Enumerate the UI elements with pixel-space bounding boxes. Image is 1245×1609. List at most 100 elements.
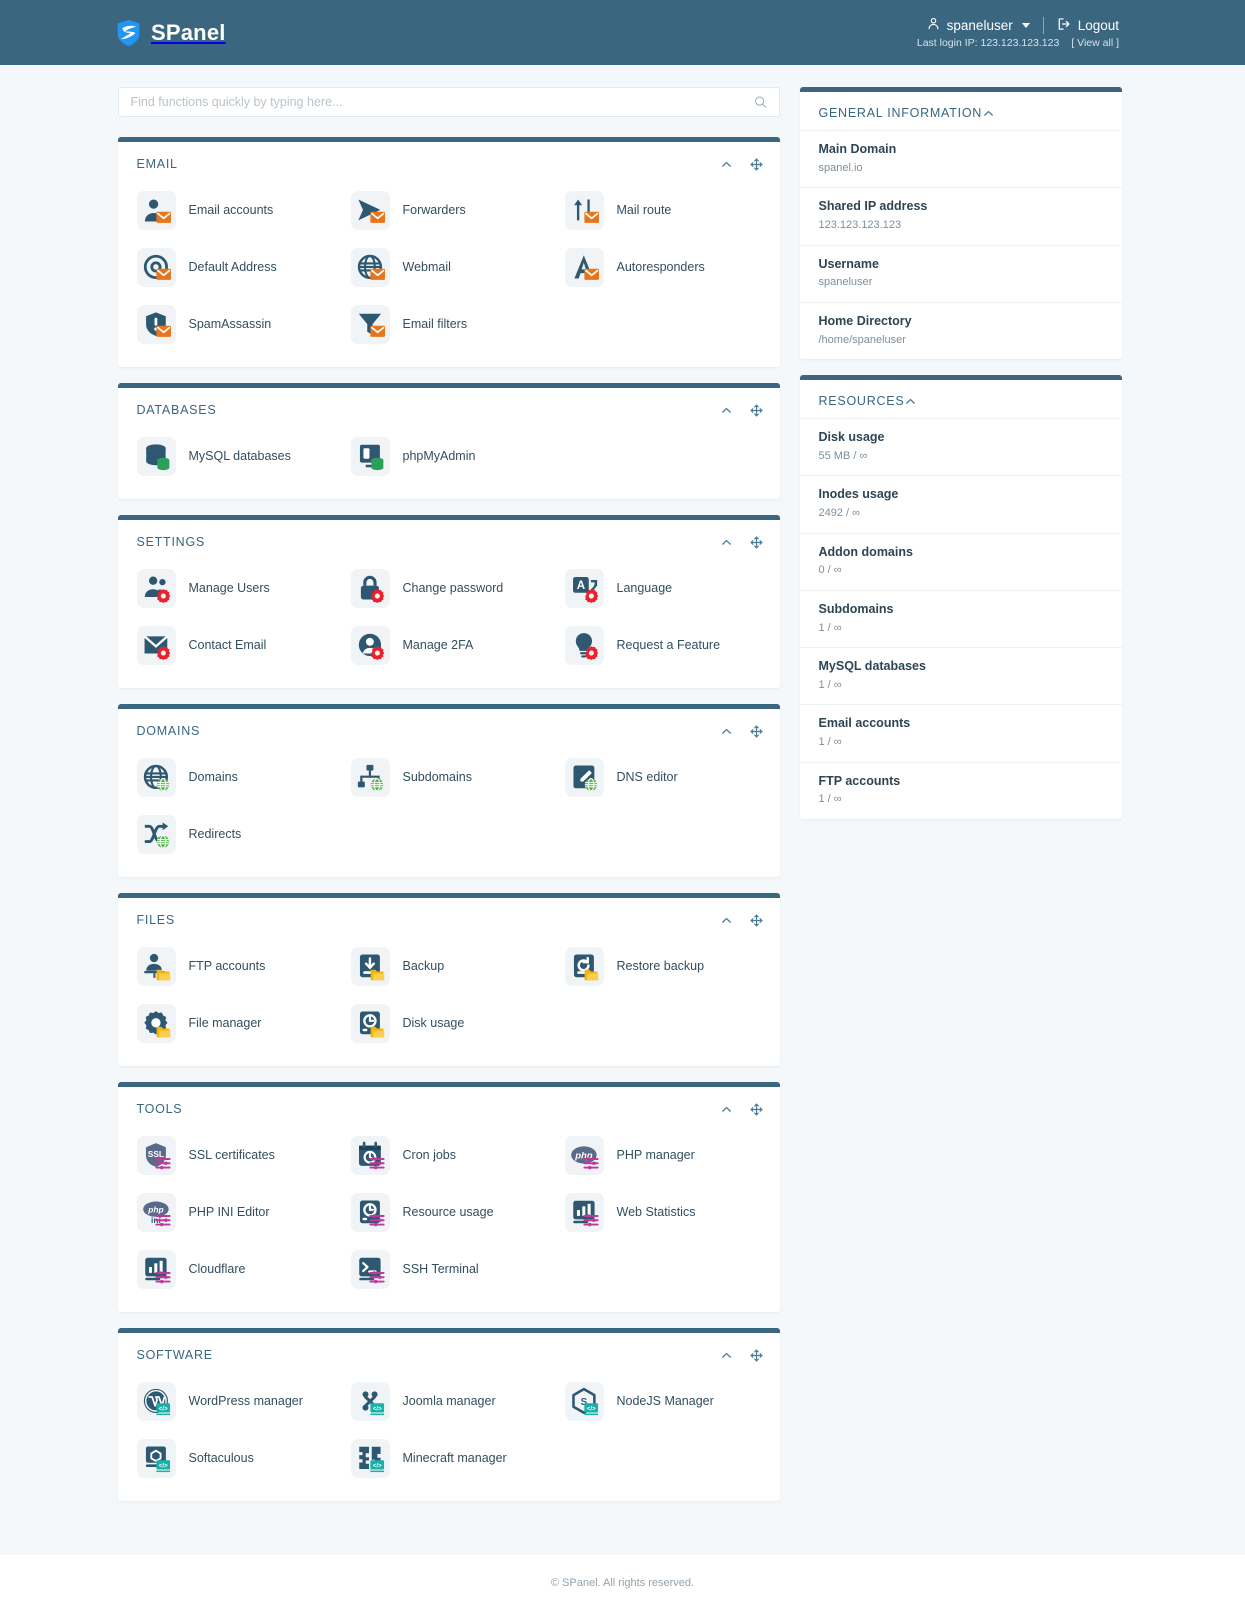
view-all-logins-link[interactable]: [ View all ] [1071, 37, 1119, 49]
info-panel-title: GENERAL INFORMATION [818, 106, 983, 120]
section-title: DATABASES [136, 403, 217, 417]
section-grid-domains: Domains Subdomains DNS editor Redirects [118, 749, 780, 871]
function-tile[interactable]: phpMyAdmin [342, 428, 556, 485]
collapse-chevron-up-icon[interactable] [720, 404, 733, 417]
info-row: Inodes usage 2492 / ∞ [799, 475, 1122, 532]
disk-icon [350, 1004, 390, 1043]
function-tile[interactable]: Manage Users [128, 560, 342, 617]
function-tile[interactable]: Email filters [342, 296, 556, 353]
last-login-info: Last login IP: 123.123.123.123 [ View al… [917, 37, 1119, 49]
section-title: SETTINGS [136, 535, 206, 549]
drag-move-icon[interactable] [750, 404, 763, 417]
function-tile[interactable]: Cron jobs [342, 1127, 556, 1184]
bar-chart-icon [564, 1193, 604, 1232]
function-tile[interactable]: Autoresponders [556, 239, 770, 296]
function-tile[interactable]: File manager [128, 995, 342, 1052]
section-header-settings: SETTINGS [118, 520, 780, 560]
collapse-chevron-up-icon[interactable] [904, 395, 917, 408]
function-tile[interactable]: SSH Terminal [342, 1241, 556, 1298]
collapse-chevron-up-icon[interactable] [720, 536, 733, 549]
drag-move-icon[interactable] [750, 536, 763, 549]
function-tile[interactable]: Web Statistics [556, 1184, 770, 1241]
collapse-chevron-up-icon[interactable] [720, 1103, 733, 1116]
function-tile[interactable]: Backup [342, 938, 556, 995]
brand-logo-link[interactable]: SPanel [115, 19, 226, 47]
drag-move-icon[interactable] [750, 725, 763, 738]
info-panel-title: RESOURCES [818, 394, 905, 408]
function-tile[interactable]: Change password [342, 560, 556, 617]
function-tile[interactable]: phpini PHP INI Editor [128, 1184, 342, 1241]
section-grid-files: FTP accounts Backup Restore backup File man… [118, 938, 780, 1060]
info-panel-header: RESOURCES [800, 380, 1122, 418]
collapse-chevron-up-icon[interactable] [720, 914, 733, 927]
function-tile-label: Redirects [188, 826, 242, 841]
info-row-key: Username [818, 256, 879, 271]
function-tile-label: phpMyAdmin [402, 448, 476, 463]
function-tile[interactable]: A Language [556, 560, 770, 617]
section-header-tools: TOOLS [118, 1087, 780, 1127]
section-title: DOMAINS [136, 724, 201, 738]
function-tile[interactable]: </> Joomla manager [342, 1373, 556, 1430]
function-tile[interactable]: Disk usage [342, 995, 556, 1052]
function-tile[interactable]: Default Address [128, 239, 342, 296]
section-header-actions [720, 1349, 763, 1362]
drag-move-icon[interactable] [750, 914, 763, 927]
collapse-chevron-up-icon[interactable] [982, 107, 995, 120]
drag-move-icon[interactable] [750, 1349, 763, 1362]
info-row-value: 1 / ∞ [818, 736, 842, 748]
info-row: FTP accounts 1 / ∞ [799, 761, 1122, 819]
envelope-icon [136, 626, 176, 665]
nodejs-icon: S </> [564, 1382, 604, 1421]
info-row: Main Domain spanel.io [799, 130, 1122, 187]
drag-move-icon[interactable] [750, 158, 763, 171]
info-panel-general-information: GENERAL INFORMATION Main Domain spanel.io S… [799, 87, 1122, 359]
function-tile[interactable]: Domains [128, 749, 342, 806]
user-circle-icon [350, 626, 390, 665]
function-tile[interactable]: Restore backup [556, 938, 770, 995]
function-tile[interactable]: FTP accounts [128, 938, 342, 995]
users-icon [136, 569, 176, 608]
search-icon[interactable] [754, 96, 767, 109]
function-tile[interactable]: </> Minecraft manager [342, 1430, 556, 1487]
wordpress-icon: </> [136, 1382, 176, 1421]
function-tile[interactable]: Request a Feature [556, 617, 770, 674]
function-tile-label: Restore backup [616, 958, 705, 973]
function-tile[interactable]: Mail route [556, 182, 770, 239]
top-header-bar: SPanel spaneluser Logout Last login IP: … [0, 0, 1245, 65]
function-tile[interactable]: SSL SSL certificates [128, 1127, 342, 1184]
function-tile[interactable]: Forwarders [342, 182, 556, 239]
user-menu-button[interactable]: spaneluser [927, 17, 1043, 33]
function-tile[interactable]: Contact Email [128, 617, 342, 674]
logout-button[interactable]: Logout [1044, 17, 1119, 34]
sitemap-icon [350, 758, 390, 797]
function-tile[interactable]: Manage 2FA [342, 617, 556, 674]
function-tile[interactable]: </> WordPress manager [128, 1373, 342, 1430]
function-tile[interactable]: DNS editor [556, 749, 770, 806]
collapse-chevron-up-icon[interactable] [720, 725, 733, 738]
function-tile[interactable]: </> Softaculous [128, 1430, 342, 1487]
function-tile-label: Email accounts [188, 202, 274, 217]
section-title: SOFTWARE [136, 1348, 213, 1362]
info-row: Addon domains 0 / ∞ [799, 532, 1122, 590]
info-row-key: MySQL databases [818, 659, 926, 673]
svg-text:php: php [574, 1151, 593, 1162]
info-row-key: FTP accounts [818, 773, 901, 788]
function-tile[interactable]: Webmail [342, 239, 556, 296]
spanel-logo-icon [115, 19, 142, 47]
collapse-chevron-up-icon[interactable] [720, 1349, 733, 1362]
section-header-actions [720, 158, 763, 171]
search-input[interactable] [130, 95, 745, 109]
function-tile[interactable]: php PHP manager [556, 1127, 770, 1184]
function-tile[interactable]: Resource usage [342, 1184, 556, 1241]
collapse-chevron-up-icon[interactable] [720, 158, 733, 171]
function-tile[interactable]: Email accounts [128, 182, 342, 239]
function-tile[interactable]: Cloudflare [128, 1241, 342, 1298]
at-sign-icon [136, 248, 176, 287]
drag-move-icon[interactable] [750, 1103, 763, 1116]
function-tile[interactable]: S </> NodeJS Manager [556, 1373, 770, 1430]
function-tile[interactable]: Subdomains [342, 749, 556, 806]
search-box[interactable] [117, 87, 780, 117]
function-tile[interactable]: Redirects [128, 806, 342, 863]
function-tile[interactable]: SpamAssassin [128, 296, 342, 353]
function-tile[interactable]: MySQL databases [128, 428, 342, 485]
